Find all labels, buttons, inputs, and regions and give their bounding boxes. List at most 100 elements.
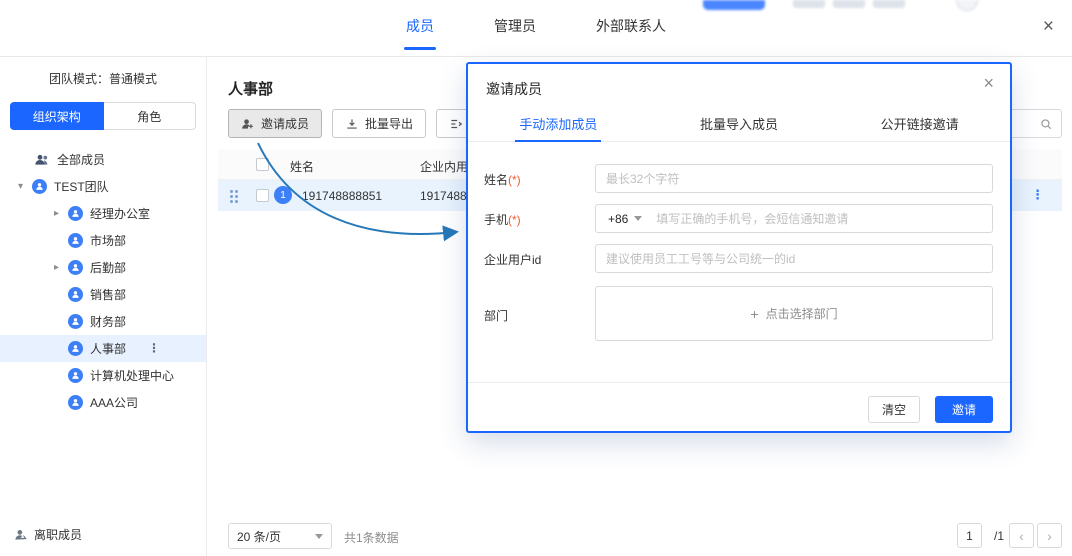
tree-item-label: 财务部 (90, 313, 126, 330)
prev-page-button[interactable]: ‹ (1009, 523, 1034, 548)
user-id-field (595, 244, 993, 273)
chevron-down-icon (315, 534, 323, 539)
tab-external-contacts[interactable]: 外部联系人 (594, 16, 668, 50)
pagination-bar: 20 条/页 共1条数据 1 /1 ‹ › (228, 522, 1062, 550)
country-code-value: +86 (608, 212, 628, 226)
person-icon (68, 341, 83, 356)
person-icon (68, 287, 83, 302)
user-id-label-text: 企业用户id (484, 253, 541, 267)
person-icon (68, 395, 83, 410)
user-id-input[interactable] (596, 252, 992, 266)
batch-export-label: 批量导出 (365, 115, 413, 132)
tree-item-label: 人事部 (90, 340, 126, 357)
name-input[interactable] (596, 172, 992, 186)
department-label-text: 部门 (484, 309, 508, 323)
sidebar-segmented-control: 组织架构 角色 (10, 102, 196, 130)
row-checkbox[interactable] (256, 189, 269, 202)
team-mode-label: 团队模式：普通模式 (0, 57, 206, 87)
top-tab-bar: 成员 管理员 外部联系人 × (0, 0, 1072, 57)
modal-close-icon[interactable]: × (983, 74, 994, 92)
invite-members-button[interactable]: 邀请成员 (228, 109, 322, 138)
clear-button[interactable]: 清空 (868, 396, 920, 423)
drag-handle[interactable] (230, 190, 238, 203)
tab-members[interactable]: 成员 (404, 16, 436, 50)
org-structure-tab[interactable]: 组织架构 (10, 102, 104, 130)
tree-item-dept-marketing[interactable]: 市场部 (0, 227, 206, 254)
tree-item-dept-manager-office[interactable]: ▸ 经理办公室 (0, 200, 206, 227)
tree-item-label: 市场部 (90, 232, 126, 249)
tree-item-label: 全部成员 (57, 151, 105, 168)
avatar: 1 (274, 186, 292, 204)
tree-item-dept-sales[interactable]: 销售部 (0, 281, 206, 308)
tree-item-dept-computer-center[interactable]: 计算机处理中心 (0, 362, 206, 389)
phone-label: 手机(*) (484, 211, 521, 228)
name-label-text: 姓名 (484, 173, 508, 187)
blurred-toolbar-block (833, 0, 865, 8)
cell-member-name: 191748888851 (302, 189, 382, 203)
tree-item-dept-logistics[interactable]: ▸ 后勤部 (0, 254, 206, 281)
download-icon (345, 117, 359, 131)
blurred-toolbar-pill (703, 0, 765, 10)
next-page-button[interactable]: › (1037, 523, 1062, 548)
close-icon[interactable]: × (1043, 17, 1054, 36)
person-icon (68, 260, 83, 275)
tab-manual-add[interactable]: 手动添加成员 (468, 106, 649, 141)
page-size-select[interactable]: 20 条/页 (228, 523, 332, 549)
tree-item-dept-aaa-company[interactable]: AAA公司 (0, 389, 206, 416)
chevron-down-icon (634, 216, 642, 221)
more-actions-icon[interactable]: ⋮ (148, 341, 160, 355)
tree-item-all-members[interactable]: 全部成员 (0, 146, 206, 173)
name-label: 姓名(*) (484, 171, 521, 188)
tree-item-label: 经理办公室 (90, 205, 150, 222)
modal-footer-divider (468, 382, 1010, 383)
total-pages-label: /1 (994, 529, 1004, 543)
tab-public-link[interactable]: 公开链接邀请 (829, 106, 1010, 141)
resigned-members-label: 离职成员 (34, 526, 82, 543)
page-title: 人事部 (228, 78, 273, 99)
transfer-icon (449, 117, 463, 131)
tree-item-label: 销售部 (90, 286, 126, 303)
tab-admins[interactable]: 管理员 (492, 16, 538, 50)
invite-submit-button[interactable]: 邀请 (935, 396, 993, 423)
invite-members-modal: 邀请成员 × 手动添加成员 批量导入成员 公开链接邀请 姓名(*) 手机(*) … (466, 62, 1012, 433)
blurred-toolbar-block (793, 0, 825, 8)
tree-item-dept-hr[interactable]: 人事部 ⋮ (0, 335, 206, 362)
phone-label-text: 手机 (484, 213, 508, 227)
tree-item-team[interactable]: ▾ TEST团队 (0, 173, 206, 200)
caret-right-icon[interactable]: ▸ (54, 262, 68, 273)
phone-field: +86 (595, 204, 993, 233)
search-icon[interactable] (1039, 117, 1053, 131)
tree-item-label: TEST团队 (54, 178, 109, 195)
resigned-members-link[interactable]: 离职成员 (14, 526, 82, 543)
user-id-label: 企业用户id (484, 251, 541, 268)
tab-batch-import[interactable]: 批量导入成员 (649, 106, 830, 141)
blurred-avatar-badge (956, 0, 978, 11)
person-icon (68, 233, 83, 248)
department-picker[interactable]: + 点击选择部门 (595, 286, 993, 341)
row-more-actions-icon[interactable]: ⋮ (1031, 187, 1044, 203)
person-leave-icon (14, 528, 28, 542)
invite-members-label: 邀请成员 (261, 115, 309, 132)
caret-down-icon[interactable]: ▾ (18, 181, 32, 192)
tree-item-label: 计算机处理中心 (90, 367, 174, 384)
page-size-value: 20 条/页 (237, 528, 281, 545)
org-tree: 全部成员 ▾ TEST团队 ▸ 经理办公室 市场部 ▸ 后勤部 (0, 146, 206, 416)
required-mark: (*) (508, 173, 521, 187)
name-field (595, 164, 993, 193)
caret-right-icon[interactable]: ▸ (54, 208, 68, 219)
group-icon (34, 152, 50, 168)
select-all-checkbox[interactable] (256, 158, 269, 171)
roles-tab[interactable]: 角色 (104, 102, 197, 130)
batch-export-button[interactable]: 批量导出 (332, 109, 426, 138)
tree-item-label: 后勤部 (90, 259, 126, 276)
current-page-box[interactable]: 1 (957, 523, 982, 548)
person-icon (32, 179, 47, 194)
tree-item-dept-finance[interactable]: 财务部 (0, 308, 206, 335)
tree-item-label: AAA公司 (90, 394, 138, 411)
top-tabs: 成员 管理员 外部联系人 (0, 16, 1072, 50)
modal-tabs: 手动添加成员 批量导入成员 公开链接邀请 (468, 106, 1010, 142)
column-header-name: 姓名 (290, 158, 314, 175)
person-icon (68, 314, 83, 329)
phone-input[interactable] (646, 212, 992, 226)
country-code-select[interactable]: +86 (596, 212, 646, 226)
